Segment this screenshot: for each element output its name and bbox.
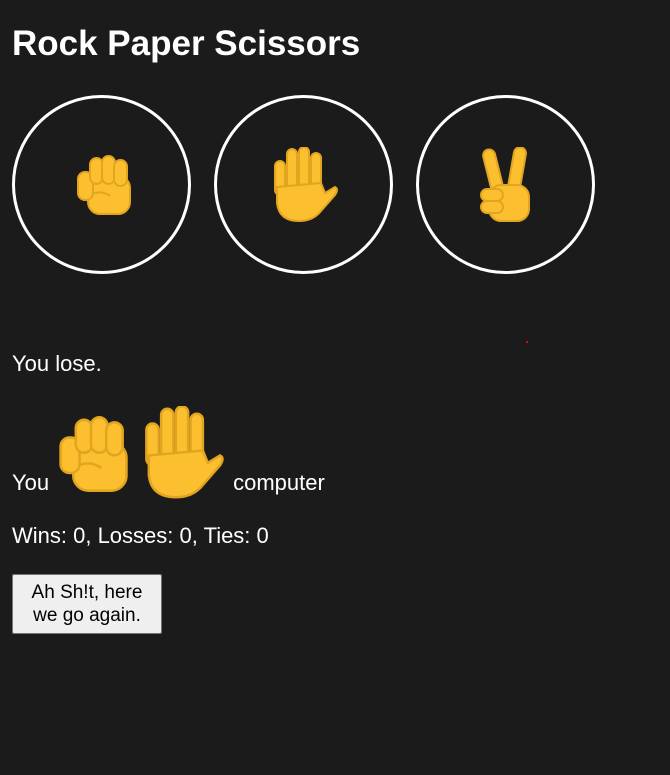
paper-choice-button[interactable] [214, 95, 393, 274]
result-text: You lose. [12, 351, 102, 376]
player-label: You [12, 470, 50, 495]
raised-hand-icon [273, 146, 338, 222]
raised-fist-icon [76, 154, 131, 215]
red-dot [526, 341, 528, 343]
scissors-choice-button[interactable] [416, 95, 595, 274]
match-display: You computer [12, 400, 325, 500]
page-title: Rock Paper Scissors [12, 24, 361, 63]
choice-buttons [12, 95, 595, 274]
page: Rock Paper Scissors You lose. You comput… [0, 0, 670, 775]
play-again-button[interactable]: Ah Sh!t, here we go again. [12, 574, 162, 634]
score-text: Wins: 0, Losses: 0, Ties: 0 [12, 523, 269, 548]
computer-choice-hand-icon [145, 406, 224, 499]
computer-label: computer [233, 470, 325, 495]
victory-hand-icon [479, 146, 530, 222]
rock-choice-button[interactable] [12, 95, 191, 274]
player-choice-fist-icon [59, 416, 128, 492]
